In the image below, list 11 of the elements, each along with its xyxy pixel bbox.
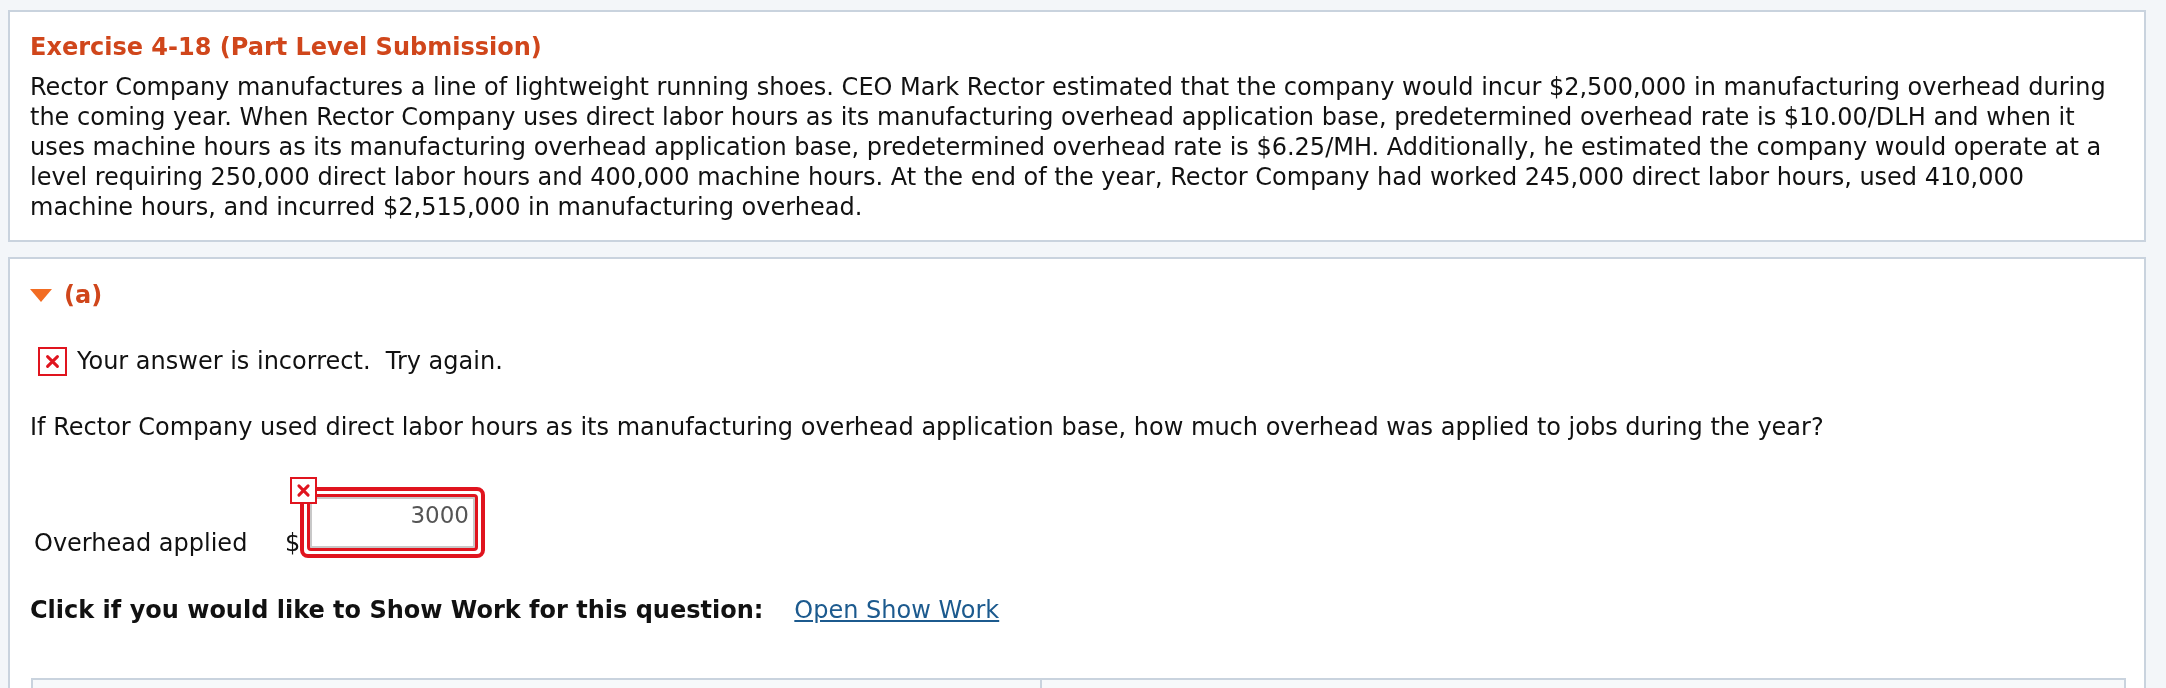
- question-text: If Rector Company used direct labor hours as its manufacturing overhead application base, how much overhead was applied to jobs during the year?: [30, 412, 1825, 442]
- answer-field[interactable]: 3000: [300, 487, 485, 558]
- caret-icon[interactable]: [30, 288, 52, 302]
- part-label[interactable]: (a): [64, 280, 103, 310]
- feedback-message: Your answer is incorrect. Try again.: [77, 346, 503, 376]
- exercise-text: Rector Company manufactures a line of lightweight running shoes. CEO Mark Rector estimated that the company would incur $2,500,000 in manufacturing overhead during the coming year. When Rector Company uses direct labor hours as its manufacturing overhead application base, predetermined overhead rate is $10.00/DLH and when it uses machine hours as its manufacturing overhead application base, predetermined overhead rate is $6.25/MH. Additionally, he estimated the company would operate at a level requiring 250,000 direct labor hours and 400,000 machine hours. At the end of the year, Rector Company had worked 245,000 direct labor hours, used 410,000 machine hours, and incurred $2,515,000 in manufacturing overhead.: [30, 72, 2107, 222]
- exercise-title: Exercise 4-18 (Part Level Submission): [30, 32, 543, 62]
- show-work-prompt: Click if you would like to Show Work for this question:: [30, 595, 764, 625]
- currency-symbol: $: [285, 528, 300, 558]
- answer-label: Overhead applied: [34, 528, 249, 558]
- show-work-link[interactable]: Open Show Work: [794, 595, 1000, 625]
